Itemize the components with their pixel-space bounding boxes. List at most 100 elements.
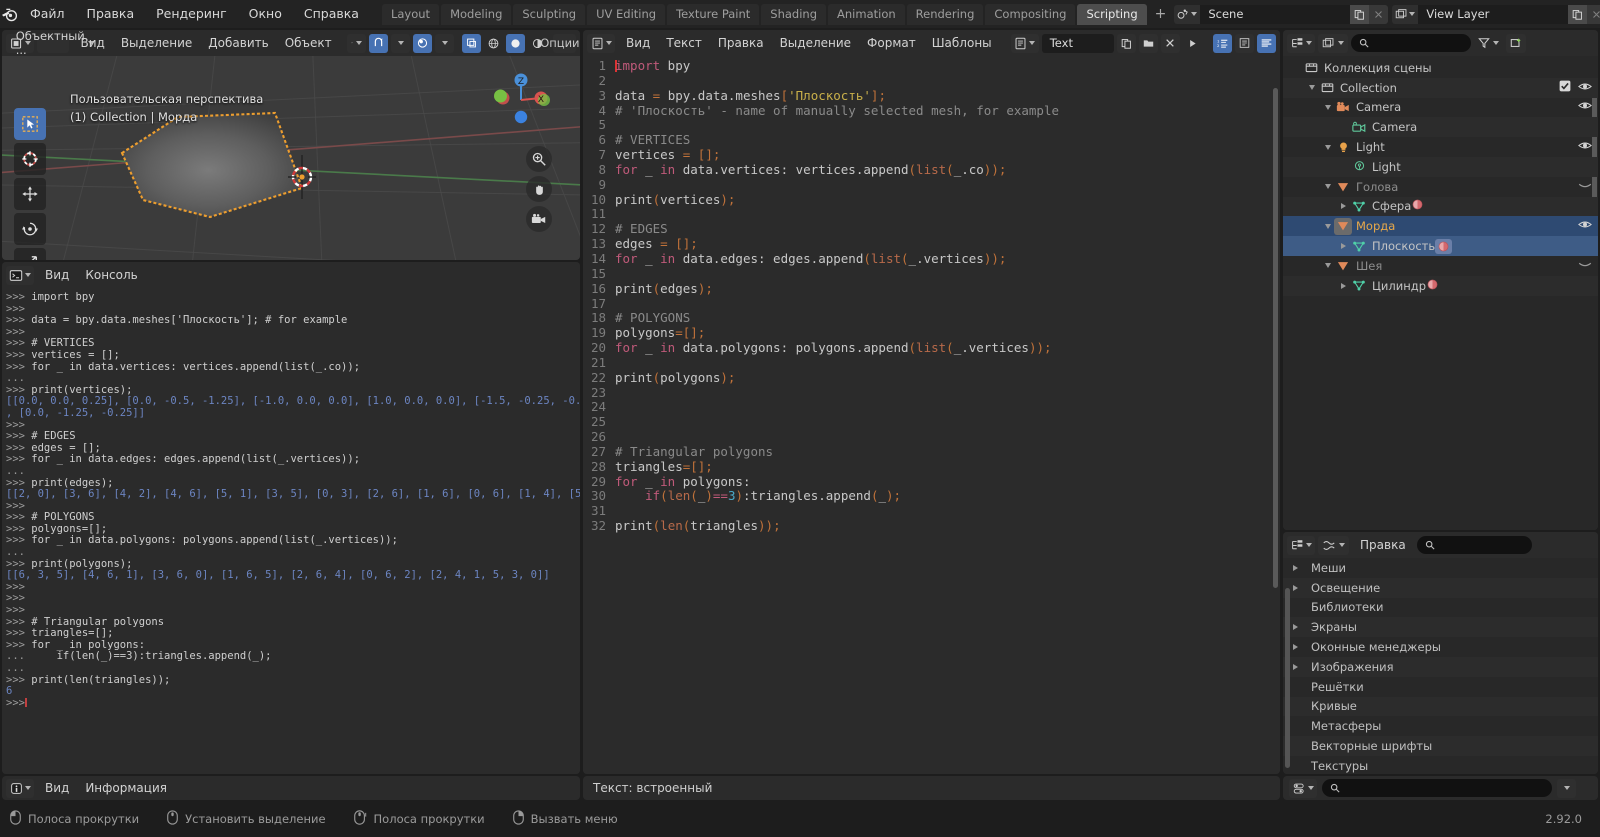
scale-tool[interactable] bbox=[14, 248, 46, 260]
disclosure-down[interactable] bbox=[1321, 223, 1334, 229]
text-filename-field[interactable]: Text bbox=[1041, 33, 1114, 53]
rotate-tool[interactable] bbox=[14, 213, 46, 245]
eye-icon[interactable] bbox=[1578, 140, 1592, 154]
props-footer-search-input[interactable] bbox=[1322, 779, 1552, 797]
new-text-icon[interactable] bbox=[1116, 33, 1136, 53]
text-datablock-icon[interactable] bbox=[1010, 33, 1039, 53]
editor-type-text-icon[interactable] bbox=[587, 33, 615, 53]
text-editor-menu-3[interactable]: Выделение bbox=[772, 33, 859, 53]
blender-file-row[interactable]: Меши bbox=[1283, 558, 1598, 578]
visibility-checkbox[interactable] bbox=[1559, 80, 1571, 95]
workspace-tab-shading[interactable]: Shading bbox=[761, 3, 827, 25]
cursor-tool[interactable] bbox=[14, 143, 46, 175]
disclosure-right[interactable] bbox=[1293, 564, 1307, 571]
blender-file-row[interactable]: Метасферы bbox=[1283, 716, 1598, 736]
console-menu-0[interactable]: Вид bbox=[37, 265, 77, 285]
word-wrap-icon[interactable] bbox=[1235, 33, 1255, 53]
outliner-row[interactable]: Коллекция сцены bbox=[1283, 58, 1598, 78]
blender-file-row[interactable]: Экраны bbox=[1283, 617, 1598, 638]
proportional-edit-icon[interactable] bbox=[413, 33, 433, 53]
workspace-tab-uv-editing[interactable]: UV Editing bbox=[587, 3, 666, 25]
topbar-menu-1[interactable]: Правка bbox=[76, 0, 146, 28]
syntax-highlight-icon[interactable] bbox=[1257, 33, 1277, 53]
workspace-tab-scripting[interactable]: Scripting bbox=[1077, 3, 1147, 25]
disclosure-right[interactable] bbox=[1293, 644, 1307, 651]
console-active-line[interactable]: >>> bbox=[6, 697, 580, 710]
blender-file-row[interactable]: Решётки bbox=[1283, 677, 1598, 697]
topbar-menu-4[interactable]: Справка bbox=[293, 0, 370, 28]
object-mode-selector[interactable]: Объектный ... bbox=[16, 30, 94, 57]
outliner-row[interactable]: Camera bbox=[1283, 117, 1598, 138]
viewport-menu-0[interactable]: Вид bbox=[72, 33, 112, 53]
workspace-tab-texture-paint[interactable]: Texture Paint bbox=[667, 3, 760, 25]
new-collection-icon[interactable] bbox=[1506, 33, 1526, 53]
text-editor-body[interactable]: 1 import bpy 2 3 data = bpy.data.meshes['Пл… bbox=[583, 56, 1280, 774]
editor-type-outliner-icon-2[interactable] bbox=[1287, 535, 1315, 555]
outliner-tree[interactable]: Коллекция сцены Collection Camera Camera Lig… bbox=[1283, 56, 1598, 530]
scene-selector[interactable]: Scene bbox=[1174, 4, 1389, 24]
text-editor-menu-0[interactable]: Вид bbox=[618, 33, 658, 53]
snap-dropdown-icon[interactable] bbox=[391, 33, 411, 53]
zoom-icon[interactable] bbox=[526, 146, 552, 172]
eye-icon[interactable] bbox=[1578, 219, 1592, 233]
disclosure-down[interactable] bbox=[1321, 263, 1334, 269]
toggle-settings-icon[interactable] bbox=[1289, 778, 1317, 798]
eye-icon[interactable] bbox=[1578, 100, 1592, 114]
workspace-tab-animation[interactable]: Animation bbox=[828, 3, 905, 25]
disclosure-down[interactable] bbox=[1305, 85, 1318, 91]
outliner-search-input[interactable] bbox=[1351, 34, 1471, 52]
outliner-row[interactable]: Цилиндр bbox=[1283, 275, 1598, 296]
outliner-row[interactable]: Морда bbox=[1283, 216, 1598, 237]
text-editor-menu-1[interactable]: Текст bbox=[658, 33, 710, 53]
remove-viewlayer-icon[interactable] bbox=[1587, 4, 1600, 24]
outliner-row[interactable]: Голова bbox=[1283, 177, 1598, 197]
material-icon[interactable] bbox=[1411, 198, 1424, 214]
move-tool[interactable] bbox=[14, 178, 46, 210]
disclosure-down[interactable] bbox=[1321, 104, 1334, 110]
blender-file-tree[interactable]: Меши Освещение Библиотеки Экраны Оконные мен… bbox=[1283, 558, 1598, 774]
unlink-text-icon[interactable] bbox=[1160, 33, 1180, 53]
text-editor-menu-4[interactable]: Формат bbox=[859, 33, 924, 53]
run-script-icon[interactable] bbox=[1183, 34, 1202, 53]
topbar-menu-3[interactable]: Окно bbox=[238, 0, 293, 28]
blender-file-row[interactable]: Изображения bbox=[1283, 656, 1598, 677]
shading-solid-icon[interactable] bbox=[505, 33, 525, 53]
props-search-input[interactable] bbox=[1416, 536, 1532, 554]
console-menu-1[interactable]: Консоль bbox=[77, 265, 145, 285]
eye-icon[interactable] bbox=[1578, 81, 1592, 95]
camera-view-icon[interactable] bbox=[526, 206, 552, 232]
outliner-id-type-icon[interactable] bbox=[1318, 33, 1348, 53]
new-scene-icon[interactable] bbox=[1350, 4, 1370, 24]
blender-file-row[interactable]: Оконные менеджеры bbox=[1283, 637, 1598, 657]
editor-type-console-icon[interactable] bbox=[6, 265, 34, 285]
disclosure-right[interactable] bbox=[1337, 203, 1350, 210]
blender-file-row[interactable]: Освещение bbox=[1283, 577, 1598, 598]
workspace-tab-rendering[interactable]: Rendering bbox=[906, 3, 984, 25]
editor-type-info-icon[interactable] bbox=[6, 778, 34, 798]
material-icon[interactable] bbox=[1426, 278, 1439, 294]
console-output[interactable]: >>> import bpy >>> >>> data = bpy.data.mes… bbox=[2, 288, 580, 774]
outliner-row[interactable]: Шея bbox=[1283, 256, 1598, 276]
workspace-tab-layout[interactable]: Layout bbox=[381, 3, 440, 25]
text-editor-scrollbar[interactable] bbox=[1273, 88, 1278, 588]
topbar-menu-2[interactable]: Рендеринг bbox=[145, 0, 238, 28]
viewport-canvas[interactable]: Пользовательская перспектива (1) Collect… bbox=[2, 56, 580, 260]
disclosure-down[interactable] bbox=[1321, 144, 1334, 150]
text-editor-menu-2[interactable]: Правка bbox=[710, 33, 772, 53]
new-viewlayer-icon[interactable] bbox=[1568, 4, 1588, 24]
blender-file-row[interactable]: Кривые bbox=[1283, 696, 1598, 717]
visibility-icon[interactable] bbox=[347, 33, 367, 53]
viewport-menu-3[interactable]: Объект bbox=[277, 33, 340, 53]
text-editor-menu-5[interactable]: Шаблоны bbox=[924, 33, 1000, 53]
info-menu-1[interactable]: Информация bbox=[77, 778, 175, 798]
viewlayer-icon[interactable] bbox=[1392, 4, 1419, 24]
viewport-menu-2[interactable]: Добавить bbox=[200, 33, 276, 53]
blender-file-row[interactable]: Текстуры bbox=[1283, 756, 1598, 774]
chevron-down-icon[interactable] bbox=[1557, 778, 1576, 798]
eye-closed-icon[interactable] bbox=[1578, 180, 1592, 194]
hand-pan-icon[interactable] bbox=[526, 176, 552, 202]
outliner-row[interactable]: Light bbox=[1283, 156, 1598, 177]
editor-type-outliner-icon[interactable] bbox=[1287, 33, 1315, 53]
scene-name[interactable]: Scene bbox=[1200, 4, 1351, 24]
workspace-tab-sculpting[interactable]: Sculpting bbox=[513, 3, 586, 25]
